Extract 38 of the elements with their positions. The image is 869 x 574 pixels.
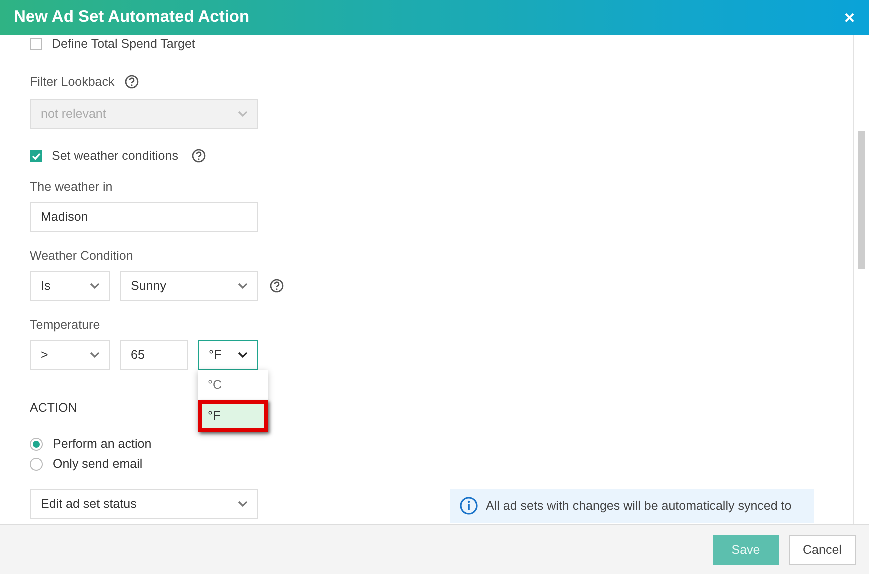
chevron-down-icon	[238, 501, 248, 507]
checkmark-icon	[32, 152, 40, 160]
checkbox[interactable]	[30, 38, 42, 50]
help-icon	[270, 279, 284, 293]
chevron-down-icon	[238, 111, 248, 117]
field-label: The weather in	[30, 180, 113, 194]
info-icon	[460, 497, 478, 515]
operator-select[interactable]: >	[30, 340, 110, 370]
dropdown-option[interactable]: °F	[198, 400, 268, 432]
lookback-select: not relevant	[30, 99, 258, 129]
chevron-down-icon	[90, 283, 100, 289]
radio-button[interactable]	[30, 458, 43, 470]
city-input[interactable]: Madison	[30, 202, 258, 232]
dropdown-option[interactable]: °C	[198, 370, 268, 400]
chevron-down-icon	[238, 283, 248, 289]
cancel-button[interactable]: Cancel	[789, 534, 856, 564]
chevron-down-icon	[238, 352, 248, 358]
operator-select[interactable]: Is	[30, 271, 110, 301]
checkbox[interactable]	[30, 150, 42, 162]
help-icon	[124, 75, 139, 89]
checkbox-label: Define Total Spend Target	[52, 37, 196, 51]
scrollbar-thumb[interactable]	[858, 131, 865, 269]
unit-select[interactable]: °F	[198, 340, 258, 370]
action-select[interactable]: Edit ad set status	[30, 489, 258, 519]
info-text: All ad sets with changes will be automatically synced to	[486, 499, 792, 513]
help-icon	[192, 149, 206, 163]
condition-select[interactable]: Sunny	[120, 271, 258, 301]
radio-label: Only send email	[53, 457, 143, 471]
section-heading: ACTION	[30, 401, 78, 415]
temperature-input[interactable]: 65	[120, 340, 188, 370]
checkbox-label: Set weather conditions	[52, 149, 178, 163]
radio-button[interactable]	[30, 438, 43, 450]
chevron-down-icon	[90, 352, 100, 358]
field-label: Filter Lookback	[30, 75, 115, 89]
window-title: New Ad Set Automated Action	[14, 8, 250, 27]
field-label: Weather Condition	[30, 249, 134, 263]
field-label: Temperature	[30, 318, 100, 332]
radio-label: Perform an action	[53, 437, 152, 451]
